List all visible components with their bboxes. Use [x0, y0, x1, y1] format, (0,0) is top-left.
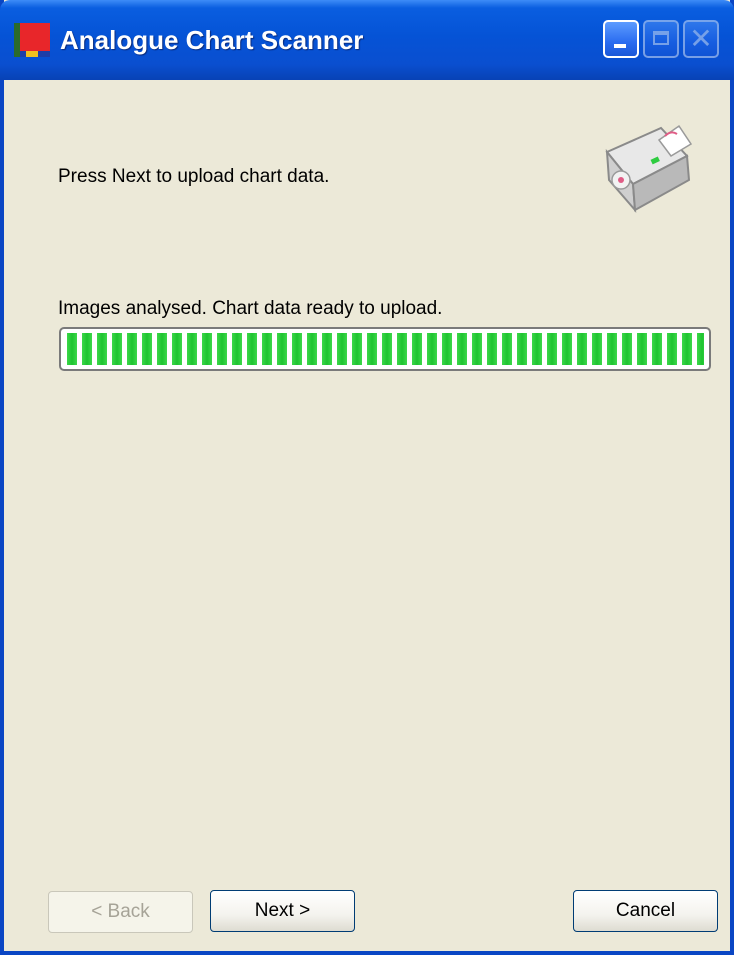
minimize-icon — [614, 44, 626, 48]
back-button[interactable]: < Back — [48, 891, 193, 933]
wizard-window: Analogue Chart Scanner ✕ Press Next to u… — [0, 0, 734, 955]
minimize-button[interactable] — [603, 20, 639, 58]
title-bar[interactable]: Analogue Chart Scanner ✕ — [0, 0, 734, 80]
window-title: Analogue Chart Scanner — [60, 25, 364, 55]
next-button[interactable]: Next > — [210, 890, 355, 932]
progress-bar-fill — [66, 333, 704, 365]
close-button[interactable]: ✕ — [683, 20, 719, 58]
cancel-button[interactable]: Cancel — [573, 890, 718, 932]
progress-bar — [59, 327, 711, 371]
app-icon — [14, 23, 50, 57]
scanner-icon — [605, 124, 693, 213]
maximize-button[interactable] — [643, 20, 679, 58]
close-icon: ✕ — [689, 23, 713, 54]
status-text: Images analysed. Chart data ready to upl… — [58, 298, 443, 319]
instruction-text: Press Next to upload chart data. — [58, 166, 330, 187]
maximize-icon — [653, 31, 669, 45]
